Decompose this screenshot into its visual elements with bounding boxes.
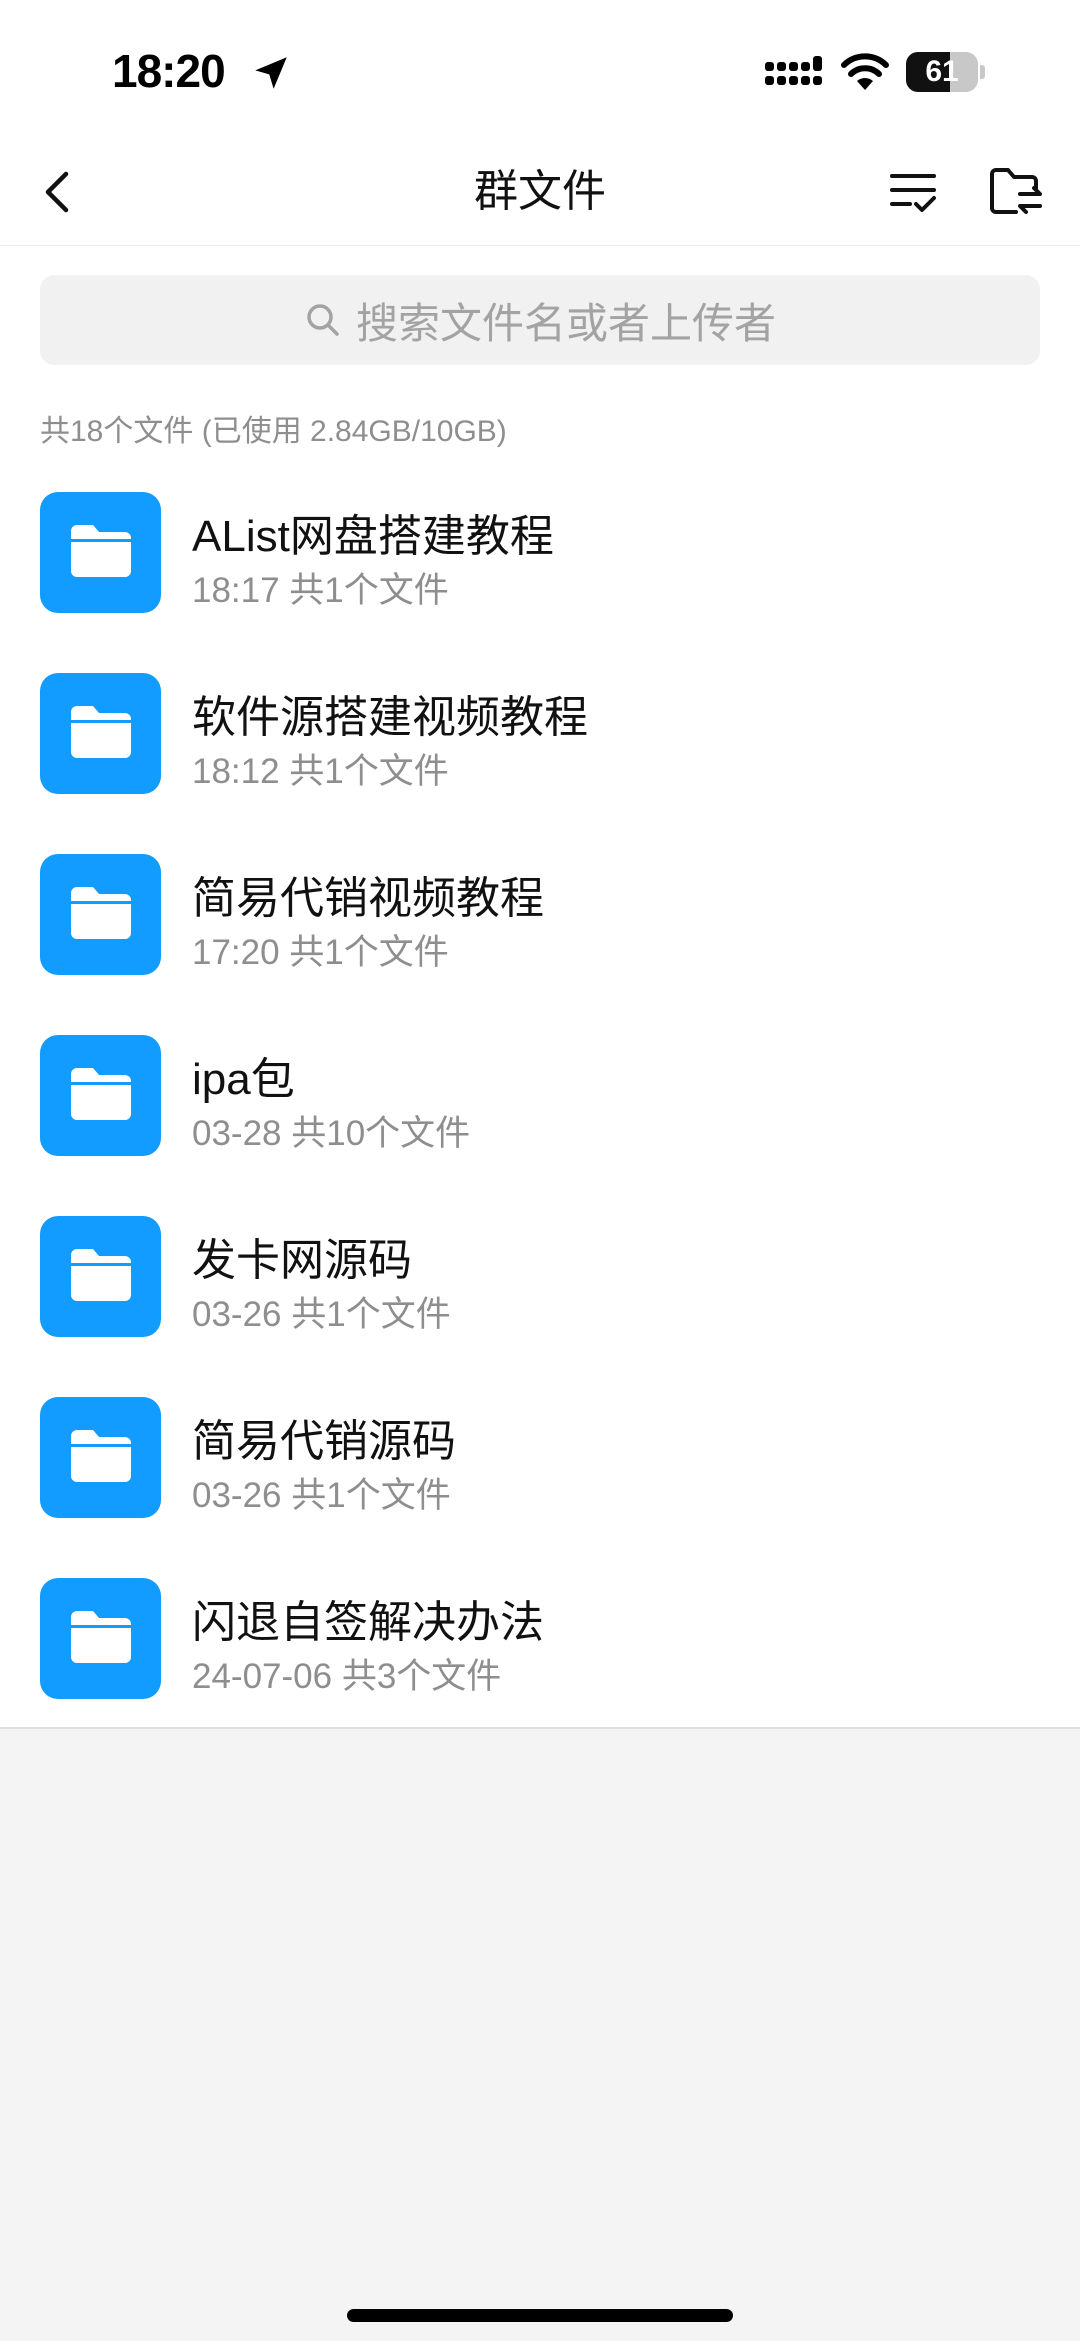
- folder-icon: [40, 854, 161, 975]
- status-time: 18:20: [112, 45, 226, 97]
- folder-name: ipa包: [192, 1055, 295, 1104]
- folder-transfer-icon[interactable]: [986, 162, 1046, 222]
- folder-name: 发卡网源码: [192, 1236, 412, 1285]
- nav-bar: 群文件: [0, 140, 1080, 246]
- wifi-icon: [841, 53, 889, 90]
- back-button[interactable]: [30, 160, 94, 224]
- file-list: AList网盘搭建教程 18:17 共1个文件 软件源搭建视频教程 18:12 …: [0, 482, 1080, 1749]
- multi-select-icon[interactable]: [884, 162, 944, 222]
- status-bar: 18:20 61: [0, 0, 1080, 140]
- folder-name: 软件源搭建视频教程: [192, 693, 588, 742]
- folder-meta: 17:20 共1个文件: [192, 933, 449, 972]
- folder-name: 简易代销源码: [192, 1417, 456, 1466]
- folder-row[interactable]: ipa包 03-28 共10个文件: [0, 1025, 1080, 1206]
- folder-row[interactable]: 闪退自签解决办法 24-07-06 共3个文件: [0, 1568, 1080, 1749]
- folder-row[interactable]: 发卡网源码 03-26 共1个文件: [0, 1206, 1080, 1387]
- folder-row[interactable]: 简易代销视频教程 17:20 共1个文件: [0, 844, 1080, 1025]
- list-divider: [0, 1727, 1080, 1729]
- folder-name: 闪退自签解决办法: [192, 1598, 544, 1647]
- folder-row[interactable]: 简易代销源码 03-26 共1个文件: [0, 1387, 1080, 1568]
- folder-name: 简易代销视频教程: [192, 874, 544, 923]
- folder-meta: 03-26 共1个文件: [192, 1295, 451, 1334]
- folder-icon: [40, 492, 161, 613]
- folder-name: AList网盘搭建教程: [192, 512, 554, 561]
- battery-level-text: 61: [925, 55, 959, 88]
- storage-summary: 共18个文件 (已使用 2.84GB/10GB): [40, 415, 507, 448]
- folder-meta: 03-26 共1个文件: [192, 1476, 451, 1515]
- folder-meta: 18:17 共1个文件: [192, 571, 449, 610]
- folder-icon: [40, 1035, 161, 1156]
- folder-meta: 18:12 共1个文件: [192, 752, 449, 791]
- search-input[interactable]: 搜索文件名或者上传者: [40, 275, 1040, 365]
- battery-indicator: 61: [906, 52, 985, 92]
- location-arrow-icon: [255, 57, 287, 89]
- screen: 18:20 61 群文件 搜索文件名或者上传者 共18个文件 (已使用 2.84…: [0, 0, 1080, 2341]
- folder-meta: 24-07-06 共3个文件: [192, 1657, 502, 1696]
- folder-row[interactable]: AList网盘搭建教程 18:17 共1个文件: [0, 482, 1080, 663]
- cellular-signal-icon: [765, 56, 822, 85]
- folder-icon: [40, 673, 161, 794]
- folder-row[interactable]: 软件源搭建视频教程 18:12 共1个文件: [0, 663, 1080, 844]
- page-title: 群文件: [474, 167, 606, 216]
- home-indicator[interactable]: [347, 2309, 733, 2322]
- folder-icon: [40, 1578, 161, 1699]
- folder-meta: 03-28 共10个文件: [192, 1114, 471, 1153]
- folder-icon: [40, 1397, 161, 1518]
- search-icon: [307, 304, 339, 336]
- folder-icon: [40, 1216, 161, 1337]
- search-placeholder: 搜索文件名或者上传者: [355, 299, 776, 347]
